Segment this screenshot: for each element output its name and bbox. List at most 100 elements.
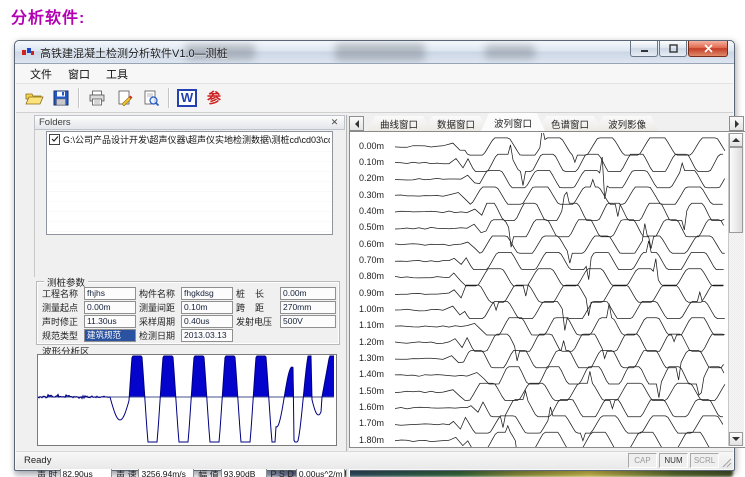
span-field[interactable]: 270mm [280,301,336,314]
window-title: 高铁建混凝土检测分析软件V1.0—测桩 [40,45,228,61]
psd-label: P S D [271,469,294,477]
component-name-field[interactable]: fhgkdsg [181,287,233,300]
field-label: 检测日期 [139,329,178,342]
status-indicator-num: NUM [659,453,688,468]
wave-trace [395,180,723,217]
tab-3[interactable]: 波列窗口 [481,113,545,131]
depth-label: 0.60m [359,239,393,249]
sample-period-field[interactable]: 0.40us [181,315,233,328]
statusbar: Ready CAPNUMSCRL [16,451,733,469]
print-preview-button[interactable] [139,86,163,110]
depth-label: 0.20m [359,173,393,183]
scroll-down-button[interactable] [729,432,743,446]
detect-date-field[interactable]: 2013.03.13 [181,329,233,342]
resize-grip-icon[interactable] [720,456,732,468]
depth-label: 1.20m [359,337,393,347]
field-label: 工程名称 [42,287,81,300]
left-arrow-icon [351,120,359,128]
measure-start-field[interactable]: 0.00m [84,301,136,314]
folder-path: G:\公司产品设计开发\超声仪器\超声仪实地检测数据\测桩cd\cd03\cd0… [63,133,330,146]
print-export-icon [114,88,134,108]
depth-label: 1.70m [359,418,393,428]
status-indicators: CAPNUMSCRL [626,453,719,468]
wave-analysis-svg [38,355,336,445]
wave-trace [395,407,723,441]
folders-list[interactable]: G:\公司产品设计开发\超声仪器\超声仪实地检测数据\测桩cd\cd03\cd0… [46,131,333,235]
tab-2[interactable]: 数据窗口 [424,116,488,131]
wave-trace [395,391,723,428]
pile-length-field[interactable]: 0.00m [280,287,336,300]
minimize-button[interactable] [630,41,658,57]
measure-interval-field[interactable]: 0.10m [181,301,233,314]
glass-reflection [485,45,535,59]
close-button[interactable] [688,41,728,57]
standard-type-field[interactable]: 建筑规范 [84,329,136,342]
tab-scroll-left-button[interactable] [349,116,364,131]
field-label: 规范类型 [42,329,81,342]
folder-checkbox[interactable] [49,134,60,145]
wave-analysis-plot[interactable] [37,354,337,446]
tab-scroll-right-button[interactable] [729,116,744,131]
status-indicator-scrl: SCRL [690,453,719,468]
field-label: 跨 距 [236,301,277,314]
down-arrow-icon [732,437,740,445]
depth-label: 1.00m [359,304,393,314]
depth-label: 0.30m [359,190,393,200]
project-name-field[interactable]: fhjhs [84,287,136,300]
word-export-button[interactable]: W [175,86,199,110]
save-button[interactable] [49,86,73,110]
pile-params-grid: 工程名称 fhjhs 构件名称 fhgkdsg 桩 长 0.00m 测量起点 0… [42,287,336,342]
print-button[interactable] [85,86,109,110]
print-preview-icon [141,88,161,108]
parameter-icon: 参 [207,88,221,108]
folders-pane-title: Folders [39,117,71,128]
toolbar-separator [78,88,80,108]
scroll-up-button[interactable] [729,133,743,147]
field-label: 声时修正 [42,315,81,328]
print-icon [87,88,107,108]
wave-train-panel[interactable]: 0.00m0.10m0.20m0.30m0.40m0.50m0.60m0.70m… [349,131,745,448]
print-export-button[interactable] [112,86,136,110]
voltage-field[interactable]: 500V [280,315,336,328]
tab-1[interactable]: 曲线窗口 [367,116,431,131]
titlebar: 高铁建混凝土检测分析软件V1.0—测桩 [15,41,734,64]
wave-trace [395,341,724,381]
app-window: 高铁建混凝土检测分析软件V1.0—测桩 文件窗口工具 [14,40,735,471]
menu-item-3[interactable]: 工具 [98,64,136,84]
wave-trace [395,133,725,162]
field-label: 发射电压 [236,315,277,328]
parameter-button[interactable]: 参 [202,86,226,110]
wave-trace [395,371,725,408]
save-icon [51,88,71,108]
tab-4[interactable]: 色谱窗口 [538,116,602,131]
status-indicator-cap: CAP [628,453,657,468]
menu-item-1[interactable]: 文件 [22,64,60,84]
menu-item-2[interactable]: 窗口 [60,64,98,84]
wave-train-svg [351,133,729,448]
wave-trace [395,285,724,316]
app-icon [21,45,35,59]
folders-close-button[interactable]: ✕ [329,117,340,128]
depth-label: 1.80m [359,435,393,445]
open-button[interactable] [22,86,46,110]
scrollbar-thumb[interactable] [729,147,743,233]
depth-label: 1.30m [359,353,393,363]
depth-label: 1.50m [359,386,393,396]
tab-5[interactable]: 波列影像 [595,116,659,131]
menubar: 文件窗口工具 [16,64,733,84]
vertical-scrollbar[interactable] [728,133,744,446]
up-arrow-icon [732,134,740,142]
depth-label: 1.10m [359,320,393,330]
maximize-icon [669,44,678,53]
folder-list-item[interactable]: G:\公司产品设计开发\超声仪器\超声仪实地检测数据\测桩cd\cd03\cd0… [47,132,332,146]
depth-label: 0.50m [359,222,393,232]
maximize-button[interactable] [659,41,687,57]
wave-trace [395,426,723,448]
folders-pane-header: Folders ✕ [34,115,345,130]
time-correction-field[interactable]: 11.30us [84,315,136,328]
field-label: 测量间距 [139,301,178,314]
depth-label: 0.40m [359,206,393,216]
tabs: 曲线窗口数据窗口波列窗口色谱窗口波列影像 [367,114,652,131]
check-icon [51,135,59,143]
open-folder-icon [24,88,44,108]
